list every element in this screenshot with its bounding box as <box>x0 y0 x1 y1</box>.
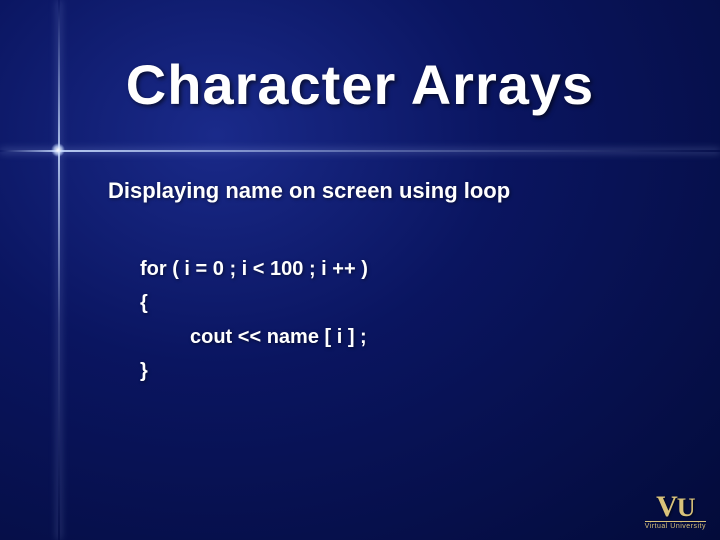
logo-text: Virtual University <box>645 521 706 530</box>
code-block: for ( i = 0 ; i < 100 ; i ++ ) { cout <<… <box>140 252 368 388</box>
code-line-open-brace: { <box>140 286 368 320</box>
logo-initials: VU <box>645 494 706 520</box>
code-line-close-brace: } <box>140 354 368 388</box>
decorative-flare-horizontal <box>0 150 720 152</box>
slide-title: Character Arrays <box>0 52 720 117</box>
code-line-cout: cout << name [ i ] ; <box>140 320 368 354</box>
vu-logo: VU Virtual University <box>645 494 706 531</box>
slide-subtitle: Displaying name on screen using loop <box>108 178 510 204</box>
decorative-flare-core <box>51 143 65 157</box>
code-line-for: for ( i = 0 ; i < 100 ; i ++ ) <box>140 252 368 286</box>
